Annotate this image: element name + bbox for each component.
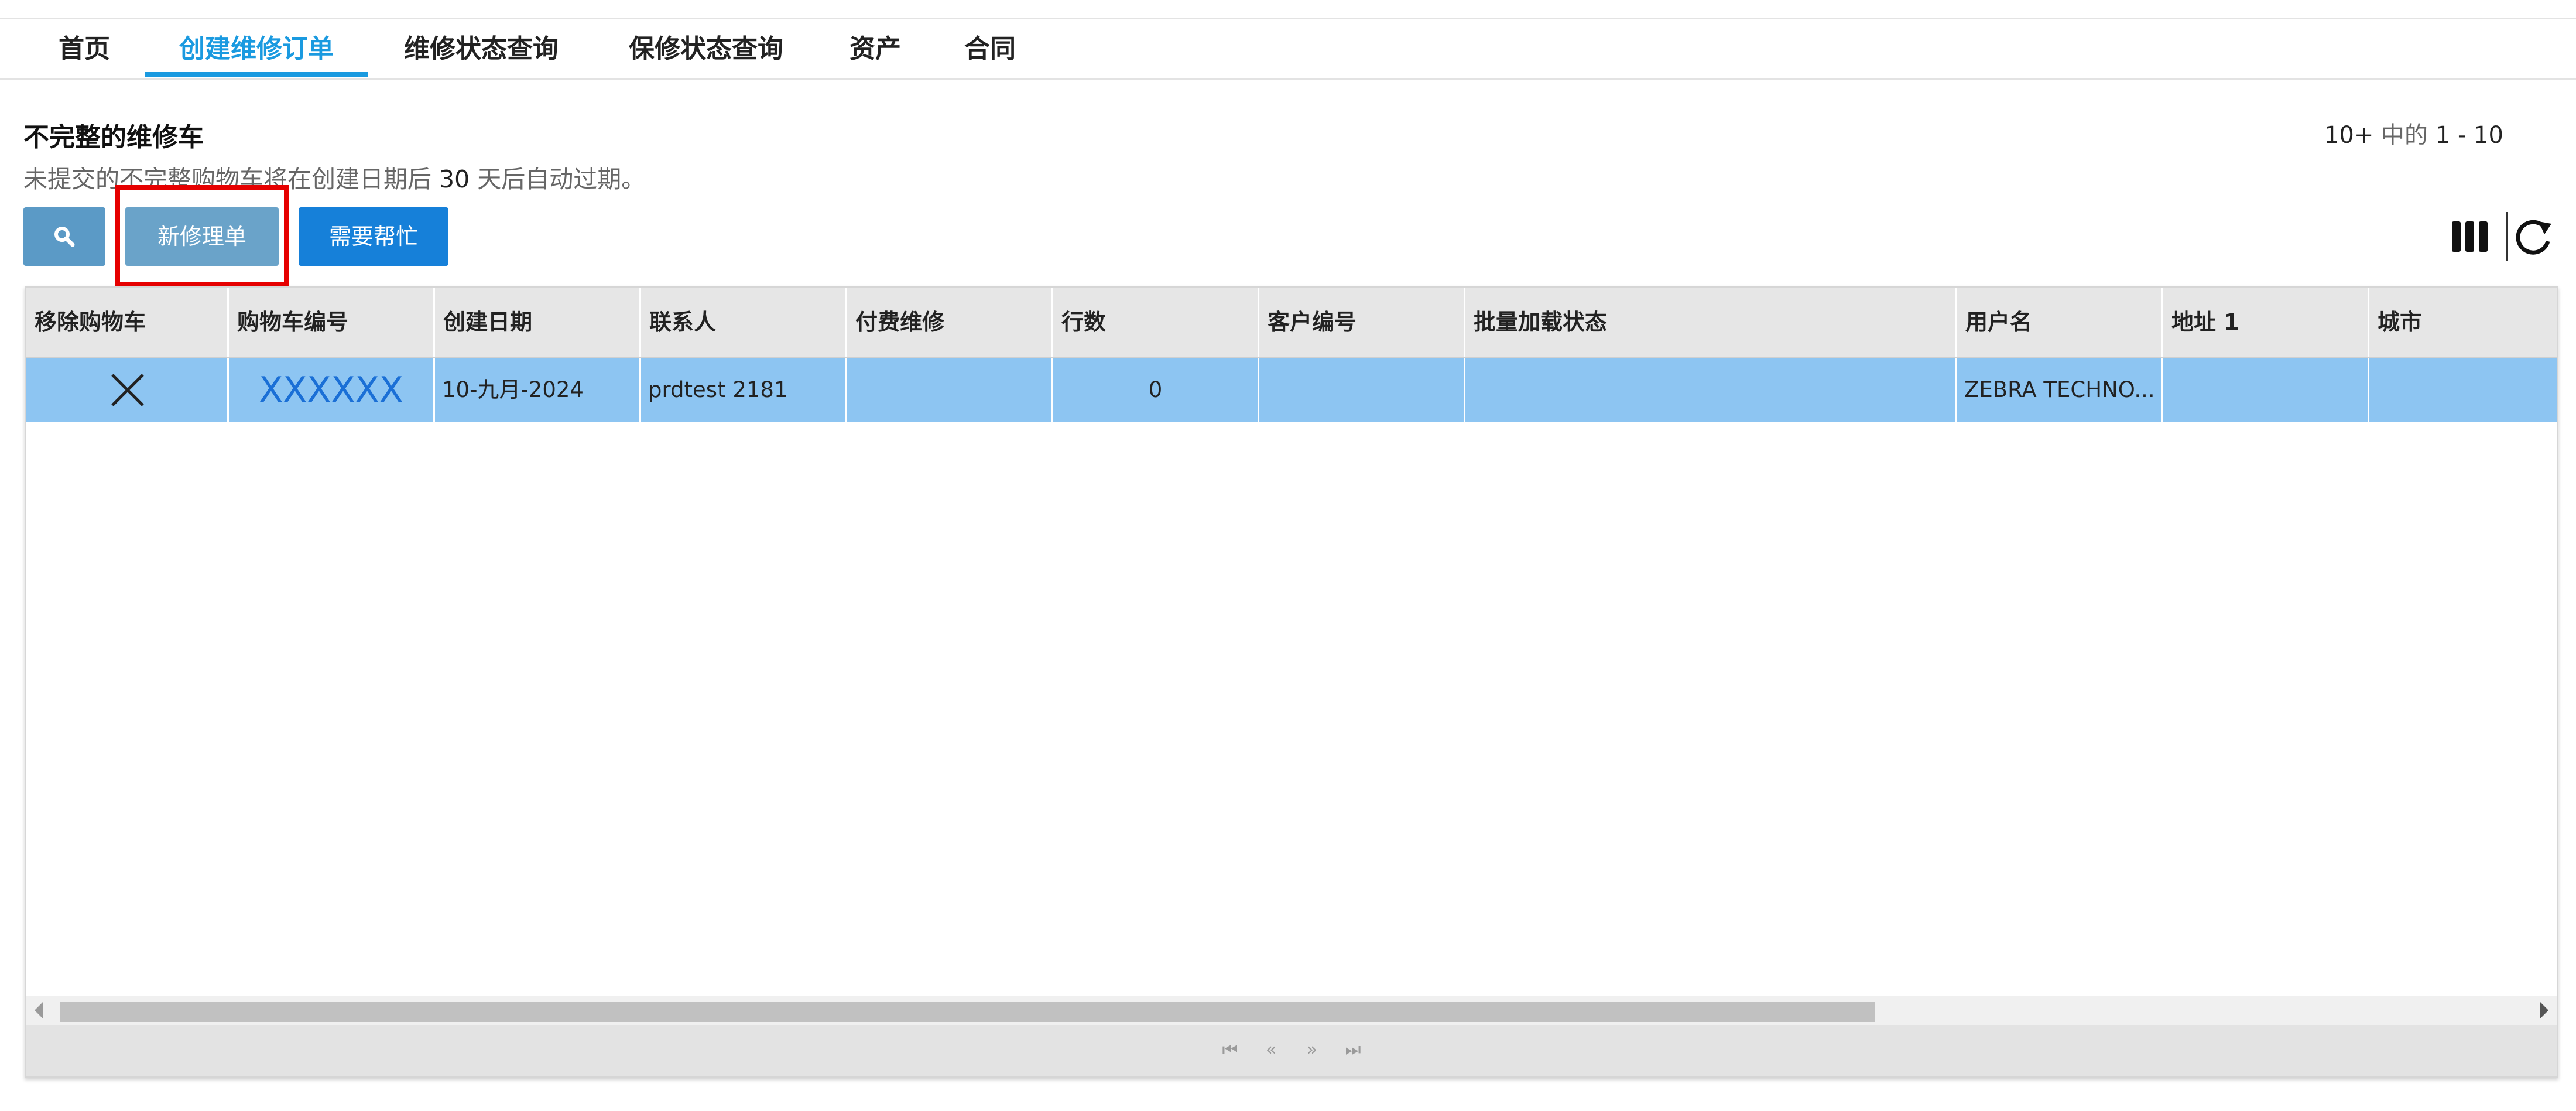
record-of-word: 中的 [2373,122,2435,149]
column-header-contact[interactable]: 联系人 [641,288,847,357]
tab-contracts[interactable]: 合同 [958,20,1022,77]
last-page-icon[interactable]: ⏭ [1341,1038,1365,1062]
search-icon [54,227,75,247]
scroll-left-arrow-icon[interactable] [35,1002,43,1018]
new-repair-order-button[interactable]: 新修理单 [125,207,279,266]
grid-header: 移除购物车 购物车编号 创建日期 联系人 付费维修 行数 客户编号 批量加载状态… [26,288,2557,358]
city-cell [2369,358,2557,422]
toolbar-divider [2506,212,2508,261]
record-range: 1 - 10 [2435,122,2503,149]
record-count: 10+ 中的 1 - 10 [2324,116,2503,150]
horizontal-scrollbar[interactable] [26,996,2557,1025]
line-count-cell: 0 [1053,358,1259,422]
cart-grid: 移除购物车 购物车编号 创建日期 联系人 付费维修 行数 客户编号 批量加载状态… [25,286,2558,1078]
expiry-notice-before: 未提交的不完整购物车将在创建日期后 [23,165,440,193]
bulk-load-status-cell [1465,358,1957,422]
column-header-remove-cart[interactable]: 移除购物车 [26,288,229,357]
address1-cell [2163,358,2369,422]
refresh-icon[interactable] [2515,218,2554,255]
table-row[interactable]: XXXXXX 10-九月-2024 prdtest 2181 0 ZEBRA T… [26,358,2557,422]
search-button[interactable] [23,207,105,266]
tab-warranty-status[interactable]: 保修状态查询 [618,20,794,77]
page-title: 不完整的维修车 [23,122,204,152]
grid-pager: ⏮ « » ⏭ [26,1025,2557,1076]
cart-id-link[interactable]: XXXXXX [229,358,435,422]
username-cell: ZEBRA TECHNO... [1957,358,2163,422]
top-divider [0,18,2576,19]
prev-page-icon[interactable]: « [1259,1038,1283,1062]
next-page-icon[interactable]: » [1300,1038,1324,1062]
customer-number-cell [1259,358,1465,422]
close-icon[interactable] [110,372,145,408]
tab-create-repair-order[interactable]: 创建维修订单 [145,20,368,77]
column-header-address1[interactable]: 地址 1 [2163,288,2369,357]
column-header-city[interactable]: 城市 [2369,288,2557,357]
tab-assets[interactable]: 资产 [843,20,907,77]
scroll-right-arrow-icon[interactable] [2540,1002,2548,1018]
expiry-notice-after: 天后自动过期。 [470,165,646,193]
contact-cell: prdtest 2181 [641,358,847,422]
tab-repair-status[interactable]: 维修状态查询 [393,20,569,77]
remove-cart-cell[interactable] [26,358,229,422]
need-help-button[interactable]: 需要帮忙 [299,207,448,266]
columns-icon[interactable] [2452,221,2488,252]
paid-repair-cell [847,358,1053,422]
expiry-days: 30 [439,165,470,193]
main-nav: 首页 创建维修订单 维修状态查询 保修状态查询 资产 合同 [0,20,2576,80]
column-header-line-count[interactable]: 行数 [1053,288,1259,357]
tab-home[interactable]: 首页 [49,20,119,77]
column-header-paid-repair[interactable]: 付费维修 [847,288,1053,357]
column-header-bulk-load-status[interactable]: 批量加载状态 [1465,288,1957,357]
record-total: 10+ [2324,122,2374,149]
column-header-created-date[interactable]: 创建日期 [435,288,641,357]
expiry-notice: 未提交的不完整购物车将在创建日期后 30 天后自动过期。 [23,159,645,194]
scrollbar-thumb[interactable] [60,1002,1875,1022]
column-header-cart-id[interactable]: 购物车编号 [229,288,435,357]
created-date-cell: 10-九月-2024 [435,358,641,422]
column-header-customer-number[interactable]: 客户编号 [1259,288,1465,357]
first-page-icon[interactable]: ⏮ [1218,1038,1242,1062]
column-header-username[interactable]: 用户名 [1957,288,2163,357]
